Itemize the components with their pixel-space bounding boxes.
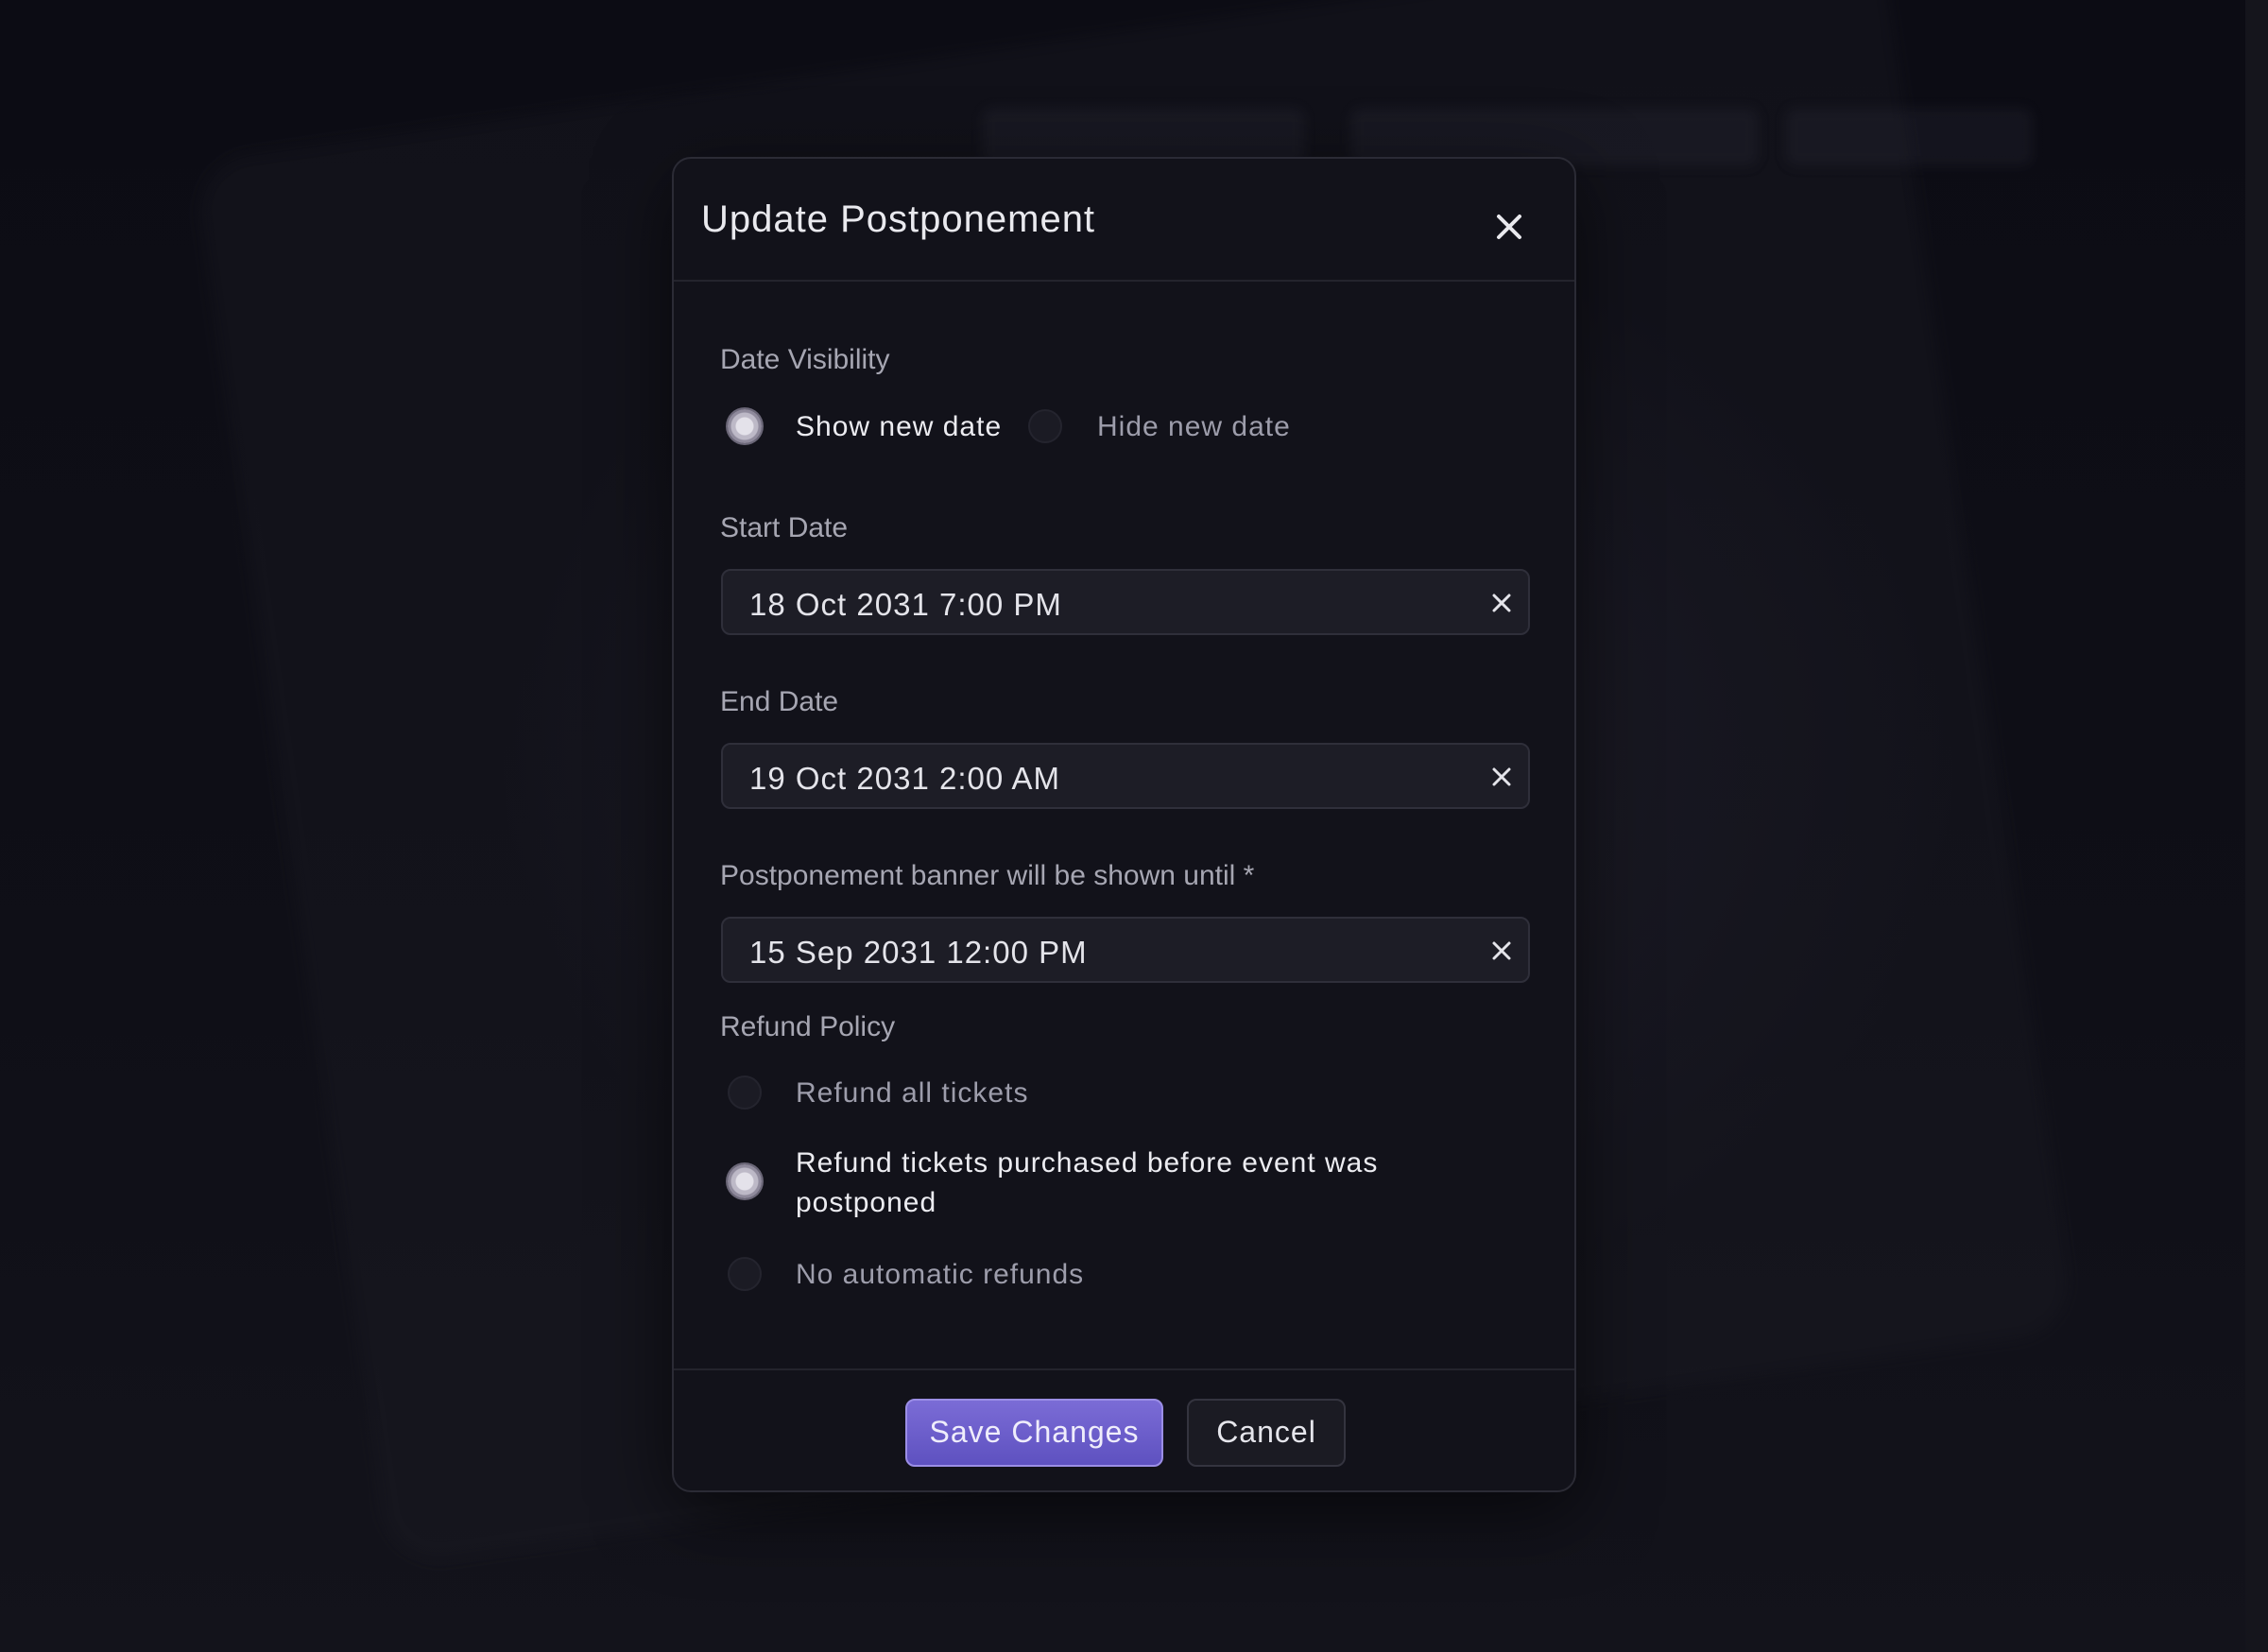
banner-until-clear-button[interactable] [1490,939,1513,962]
hide-new-date-label[interactable]: Hide new date [1097,411,1291,443]
refund-before-postponed-radio[interactable] [728,1164,762,1198]
refund-before-postponed-label-line2[interactable]: postponed [796,1187,936,1219]
end-date-value: 19 Oct 2031 2:00 AM [749,761,1061,796]
close-button[interactable] [1490,208,1528,246]
refund-all-label[interactable]: Refund all tickets [796,1077,1028,1110]
refund-all-radio[interactable] [728,1076,762,1110]
update-postponement-dialog: Update Postponement Date Visibility Show… [672,157,1576,1492]
end-date-label: End Date [720,686,839,717]
dialog-header: Update Postponement [674,159,1574,282]
start-date-field[interactable]: 18 Oct 2031 7:00 PM [721,569,1530,635]
show-new-date-radio[interactable] [728,409,762,443]
clear-icon [1492,594,1511,612]
save-changes-button[interactable]: Save Changes [905,1399,1163,1467]
no-automatic-refunds-label[interactable]: No automatic refunds [796,1259,1084,1291]
refund-before-postponed-label[interactable]: Refund tickets purchased before event wa… [796,1147,1378,1179]
start-date-value: 18 Oct 2031 7:00 PM [749,587,1062,622]
dialog-title: Update Postponement [701,198,1096,240]
page-scrollbar[interactable] [2245,0,2268,1652]
refund-policy-label: Refund Policy [720,1011,896,1042]
start-date-clear-button[interactable] [1490,592,1513,614]
background-blurred-item [1786,109,2032,165]
dialog-footer: Save Changes Cancel [674,1368,1574,1492]
close-icon [1497,215,1521,239]
banner-until-label: Postponement banner will be shown until … [720,860,1255,891]
hide-new-date-radio[interactable] [1028,409,1062,443]
banner-until-field[interactable]: 15 Sep 2031 12:00 PM [721,917,1530,983]
date-visibility-label: Date Visibility [720,344,890,375]
end-date-clear-button[interactable] [1490,766,1513,788]
cancel-button[interactable]: Cancel [1187,1399,1346,1467]
no-automatic-refunds-radio[interactable] [728,1257,762,1291]
clear-icon [1492,767,1511,786]
show-new-date-label[interactable]: Show new date [796,411,1002,443]
banner-until-value: 15 Sep 2031 12:00 PM [749,935,1088,970]
clear-icon [1492,941,1511,960]
start-date-label: Start Date [720,512,849,543]
end-date-field[interactable]: 19 Oct 2031 2:00 AM [721,743,1530,809]
